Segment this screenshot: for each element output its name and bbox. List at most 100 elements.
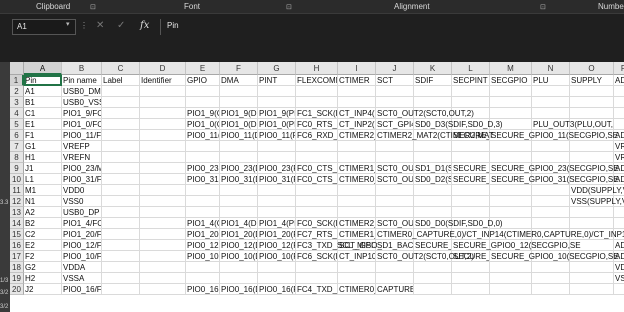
cell-C9[interactable] bbox=[102, 163, 140, 174]
cell-L10[interactable]: SECURE_G bbox=[452, 174, 490, 185]
cell-L16[interactable]: SECURE_GPIO0_12(SECGPIO,SE bbox=[452, 240, 581, 251]
cell-P19[interactable]: VSSA bbox=[614, 273, 624, 284]
cell-K16[interactable]: SECURE_G bbox=[414, 240, 452, 251]
cell-D20[interactable] bbox=[140, 284, 186, 295]
cell-P13[interactable] bbox=[614, 207, 624, 218]
cell-O20[interactable] bbox=[570, 284, 614, 295]
cell-A15[interactable]: C2 bbox=[24, 229, 62, 240]
chevron-down-icon[interactable]: ▾ bbox=[66, 20, 70, 28]
cell-M3[interactable] bbox=[490, 97, 532, 108]
cell-J18[interactable] bbox=[376, 262, 414, 273]
cell-F4[interactable]: PIO1_9(D bbox=[220, 108, 258, 119]
cell-J20[interactable]: CAPTURE,0) bbox=[376, 284, 414, 295]
cell-G16[interactable]: PIO0_12(P bbox=[258, 240, 296, 251]
column-header[interactable]: B bbox=[62, 62, 102, 75]
cell-I4[interactable]: CT_INP4(C bbox=[338, 108, 376, 119]
cell-C2[interactable] bbox=[102, 86, 140, 97]
cell-C19[interactable] bbox=[102, 273, 140, 284]
cell-M4[interactable] bbox=[490, 108, 532, 119]
cell-P3[interactable] bbox=[614, 97, 624, 108]
cell-L12[interactable] bbox=[452, 196, 490, 207]
cell-A18[interactable]: G2 bbox=[24, 262, 62, 273]
cell-G10[interactable]: PIO0_31(P bbox=[258, 174, 296, 185]
cell-L8[interactable] bbox=[452, 152, 490, 163]
cell-D12[interactable] bbox=[140, 196, 186, 207]
cell-I14[interactable]: CTIMER2_ bbox=[338, 218, 376, 229]
cell-N5[interactable]: PLU_OUT3(PLU,OUT, bbox=[532, 119, 613, 130]
cell-B13[interactable]: USB0_DP bbox=[62, 207, 102, 218]
cell-F19[interactable] bbox=[220, 273, 258, 284]
dialog-launcher-icon[interactable]: ⊡ bbox=[540, 3, 546, 11]
cell-B2[interactable]: USB0_DM bbox=[62, 86, 102, 97]
cell-B17[interactable]: PIO0_10/FC6_SCK/CT_INP10/CT bbox=[62, 251, 102, 262]
cell-M20[interactable] bbox=[490, 284, 532, 295]
cell-J13[interactable] bbox=[376, 207, 414, 218]
cell-J15[interactable]: CTIMER0_CAPTURE,0)/CT_INP14(CTIMER0,CAPT… bbox=[376, 229, 624, 240]
cell-L3[interactable] bbox=[452, 97, 490, 108]
cell-E20[interactable]: PIO0_16(G bbox=[186, 284, 220, 295]
ribbon-group-number[interactable]: Number bbox=[598, 2, 624, 11]
cell-I20[interactable]: CTIMER0_ bbox=[338, 284, 376, 295]
cell-P5[interactable] bbox=[614, 119, 624, 130]
cell-L9[interactable]: SECURE_G bbox=[452, 163, 490, 174]
cell-K19[interactable] bbox=[414, 273, 452, 284]
cell-E6[interactable]: PIO0_11(G bbox=[186, 130, 220, 141]
cell-C6[interactable] bbox=[102, 130, 140, 141]
cell-C16[interactable] bbox=[102, 240, 140, 251]
cell-L11[interactable] bbox=[452, 185, 490, 196]
cell-N12[interactable] bbox=[532, 196, 570, 207]
cell-K8[interactable] bbox=[414, 152, 452, 163]
cell-B9[interactable]: PIO0_23/MCLK/CTIMER1_MAT2 bbox=[62, 163, 102, 174]
cell-G4[interactable]: PIO1_9(PI bbox=[258, 108, 296, 119]
cell-P16[interactable]: ADC0 bbox=[614, 240, 624, 251]
cell-E15[interactable]: PIO1_20(G bbox=[186, 229, 220, 240]
cancel-icon[interactable]: ✕ bbox=[96, 20, 104, 31]
cell-J12[interactable] bbox=[376, 196, 414, 207]
cell-M17[interactable]: SECURE_GPIO0_10(SECGPIO,SE bbox=[490, 251, 619, 262]
cell-B19[interactable]: VSSA bbox=[62, 273, 102, 284]
cell-I15[interactable]: CTIMER1_ bbox=[338, 229, 376, 240]
cell-A5[interactable]: E1 bbox=[24, 119, 62, 130]
cell-I10[interactable]: CTIMER0_ bbox=[338, 174, 376, 185]
cell-D17[interactable] bbox=[140, 251, 186, 262]
cell-N8[interactable] bbox=[532, 152, 570, 163]
cell-G11[interactable] bbox=[258, 185, 296, 196]
cell-N2[interactable] bbox=[532, 86, 570, 97]
cell-B10[interactable]: PIO0_31/FC0_CTS_SDA_SSEL0/S bbox=[62, 174, 102, 185]
cell-F20[interactable]: PIO0_16(D bbox=[220, 284, 258, 295]
column-header[interactable]: I bbox=[338, 62, 376, 75]
cell-H14[interactable]: FC0_SCK(F bbox=[296, 218, 338, 229]
cell-F5[interactable]: PIO1_0(D bbox=[220, 119, 258, 130]
cell-K5[interactable]: SD0_D3(SDIF,SD0_D,3) bbox=[414, 119, 503, 130]
cell-P4[interactable] bbox=[614, 108, 624, 119]
cell-H11[interactable] bbox=[296, 185, 338, 196]
cell-D16[interactable] bbox=[140, 240, 186, 251]
cell-H9[interactable]: FC0_CTS_S bbox=[296, 163, 338, 174]
cell-N7[interactable] bbox=[532, 141, 570, 152]
cell-F14[interactable]: PIO1_4(D bbox=[220, 218, 258, 229]
cell-O13[interactable] bbox=[570, 207, 614, 218]
cell-G6[interactable]: PIO0_11(P bbox=[258, 130, 296, 141]
cell-C1[interactable]: Label bbox=[102, 75, 140, 86]
cell-K3[interactable] bbox=[414, 97, 452, 108]
cell-F12[interactable] bbox=[220, 196, 258, 207]
cell-I5[interactable]: CT_INP2(C bbox=[338, 119, 376, 130]
cell-H15[interactable]: FC7_RTS_S bbox=[296, 229, 338, 240]
cell-M9[interactable]: SECURE_GPIO0_23(SECGPIO,SE bbox=[490, 163, 619, 174]
cell-G17[interactable]: PIO0_10(P bbox=[258, 251, 296, 262]
cell-C7[interactable] bbox=[102, 141, 140, 152]
cell-B1[interactable]: Pin name bbox=[62, 75, 102, 86]
cell-C20[interactable] bbox=[102, 284, 140, 295]
column-header[interactable]: J bbox=[376, 62, 414, 75]
cell-A1[interactable]: Pin bbox=[24, 75, 62, 86]
cell-E1[interactable]: GPIO bbox=[186, 75, 220, 86]
cell-I3[interactable] bbox=[338, 97, 376, 108]
cell-N4[interactable] bbox=[532, 108, 570, 119]
cell-E14[interactable]: PIO1_4(GP bbox=[186, 218, 220, 229]
cell-M2[interactable] bbox=[490, 86, 532, 97]
cell-E11[interactable] bbox=[186, 185, 220, 196]
cell-P14[interactable] bbox=[614, 218, 624, 229]
cell-H13[interactable] bbox=[296, 207, 338, 218]
cell-E17[interactable]: PIO0_10(G bbox=[186, 251, 220, 262]
cell-F9[interactable]: PIO0_23(D bbox=[220, 163, 258, 174]
